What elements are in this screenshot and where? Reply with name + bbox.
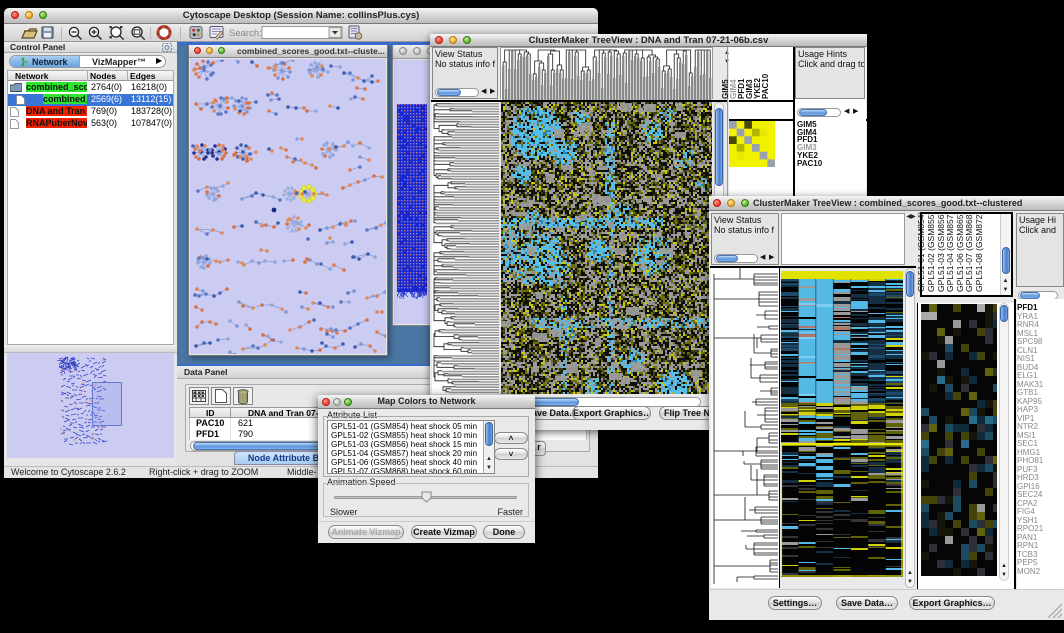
svg-text:Search:: Search: bbox=[229, 28, 262, 39]
